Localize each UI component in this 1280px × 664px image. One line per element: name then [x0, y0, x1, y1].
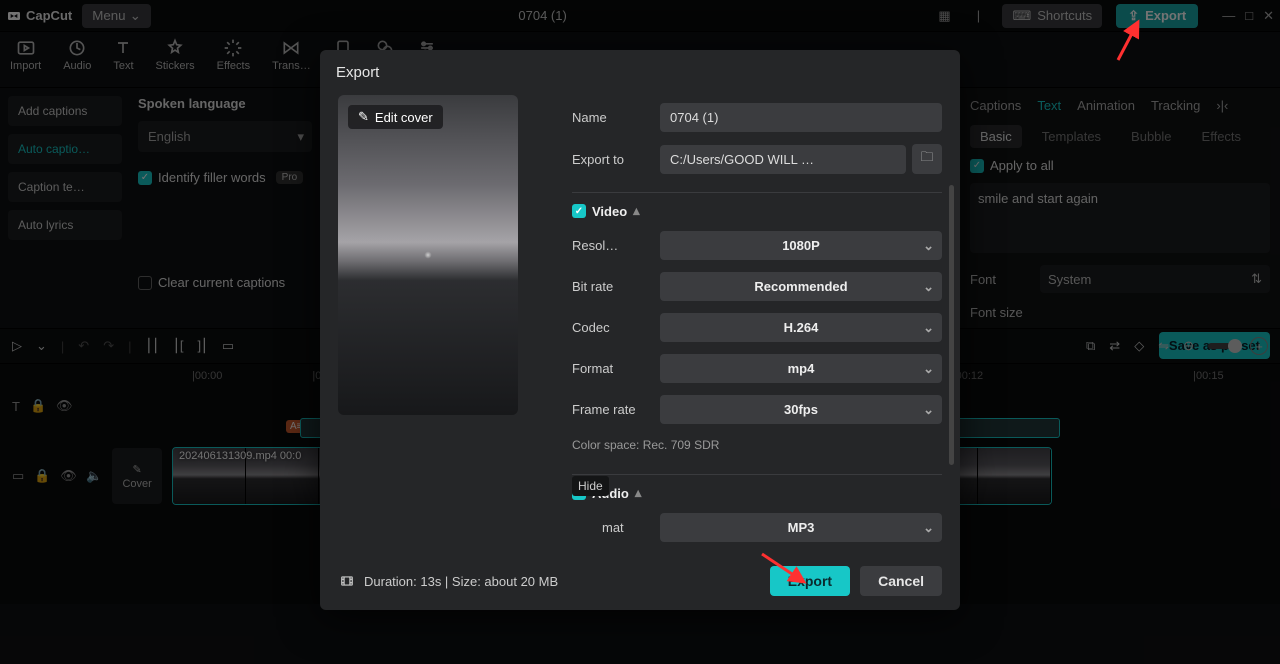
- audio-section-toggle[interactable]: ✓ Audio ▴: [572, 485, 942, 501]
- codec-select[interactable]: H.264: [660, 313, 942, 342]
- export-to-label: Export to: [572, 152, 650, 167]
- browse-folder-button[interactable]: 🗀: [912, 144, 942, 174]
- pencil-icon: ✎: [358, 109, 369, 125]
- resolution-label: Resol…: [572, 238, 650, 253]
- export-modal-footer: Duration: 13s | Size: about 20 MB Export…: [320, 552, 960, 610]
- color-space-text: Color space: Rec. 709 SDR: [572, 438, 942, 452]
- bitrate-select[interactable]: Recommended: [660, 272, 942, 301]
- bitrate-label: Bit rate: [572, 279, 650, 294]
- audio-format-label: mat: [572, 520, 650, 535]
- scrollbar[interactable]: [949, 185, 954, 465]
- edit-cover-button[interactable]: ✎ Edit cover: [348, 105, 443, 129]
- name-field[interactable]: [660, 103, 942, 132]
- export-confirm-button[interactable]: Export: [770, 566, 850, 596]
- duration-text: Duration: 13s | Size: about 20 MB: [364, 574, 558, 589]
- codec-label: Codec: [572, 320, 650, 335]
- duration-info: Duration: 13s | Size: about 20 MB: [338, 574, 558, 589]
- collapse-icon: ▴: [635, 485, 642, 501]
- framerate-select[interactable]: 30fps: [660, 395, 942, 424]
- framerate-label: Frame rate: [572, 402, 650, 417]
- edit-cover-label: Edit cover: [375, 110, 433, 125]
- cover-preview: ✎ Edit cover: [338, 95, 518, 415]
- check-icon: ✓: [572, 204, 586, 218]
- film-icon: [338, 574, 356, 588]
- cancel-button[interactable]: Cancel: [860, 566, 942, 596]
- video-section-label: Video: [592, 204, 627, 219]
- hide-tooltip: Hide: [572, 476, 609, 496]
- format-select[interactable]: mp4: [660, 354, 942, 383]
- export-path[interactable]: C:/Users/GOOD WILL …: [660, 145, 906, 174]
- export-modal: Export ✎ Edit cover Name Export to C:/Us…: [320, 50, 960, 610]
- name-label: Name: [572, 110, 650, 125]
- collapse-icon: ▴: [633, 203, 640, 219]
- resolution-select[interactable]: 1080P: [660, 231, 942, 260]
- format-label: Format: [572, 361, 650, 376]
- audio-format-select[interactable]: MP3: [660, 513, 942, 542]
- video-section-toggle[interactable]: ✓ Video ▴: [572, 203, 942, 219]
- folder-icon: 🗀: [920, 148, 933, 170]
- export-modal-title: Export: [320, 50, 960, 95]
- export-form: Name Export to C:/Users/GOOD WILL … 🗀 ✓ …: [572, 95, 942, 552]
